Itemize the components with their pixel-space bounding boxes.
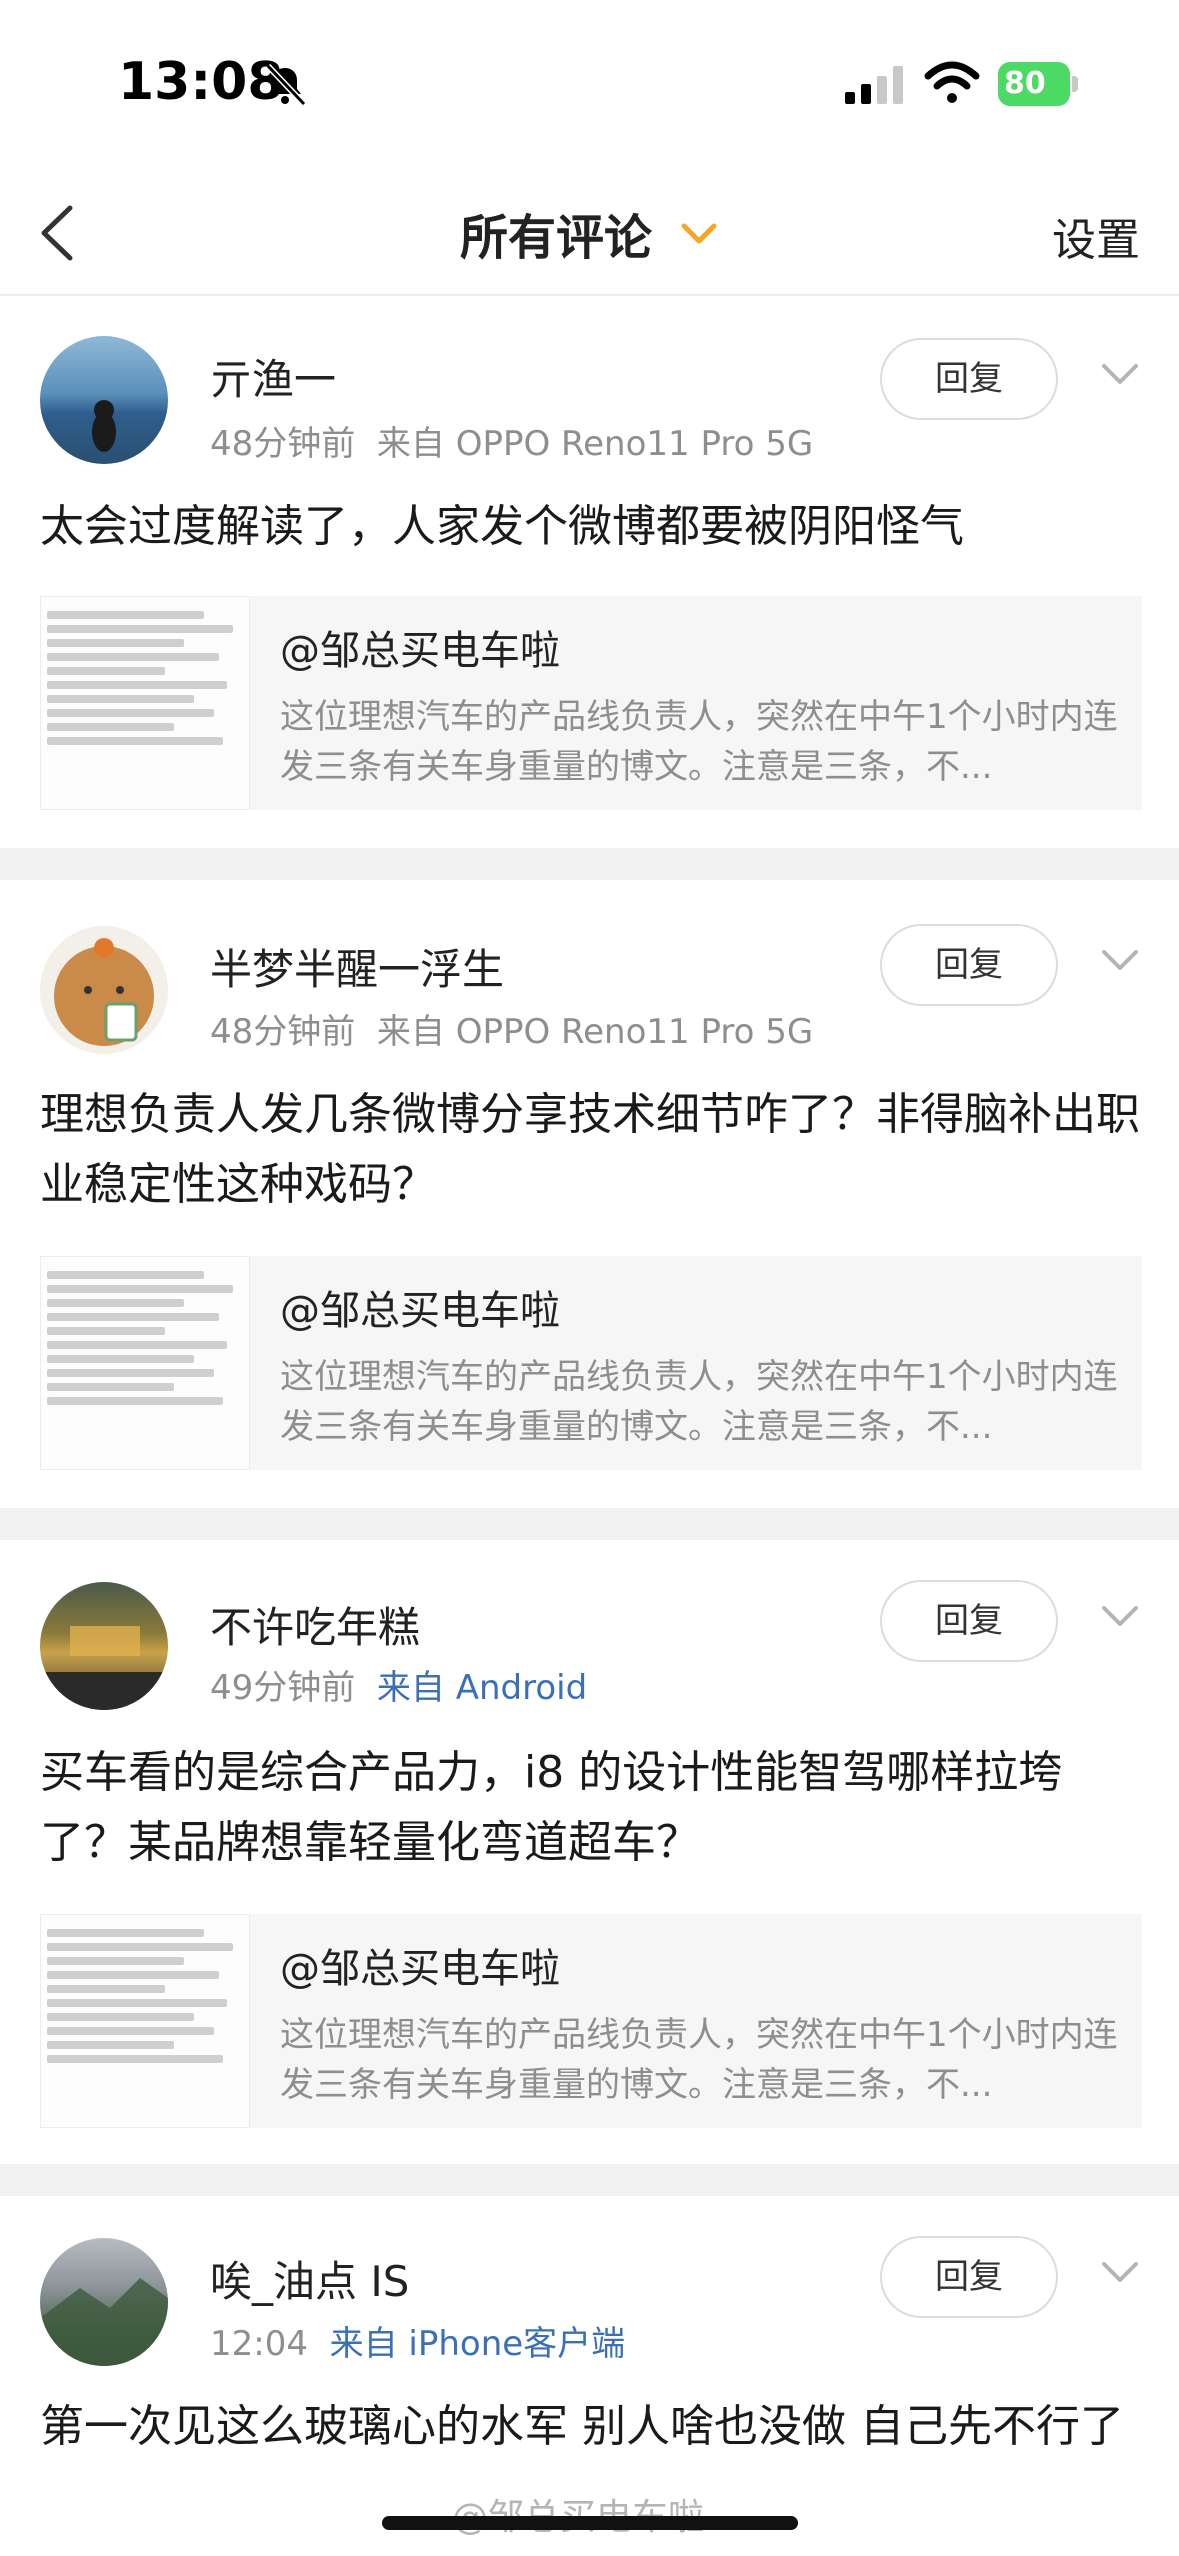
comment-source[interactable]: 来自 Android — [377, 1668, 587, 1708]
avatar[interactable] — [40, 2238, 168, 2366]
comment-text: 买车看的是综合产品力，i8 的设计性能智驾哪样拉垮了？某品牌想靠轻量化弯道超车？ — [40, 1747, 1063, 1868]
nav-bar: 所有评论 设置 — [0, 170, 1179, 296]
quote-thumbnail — [40, 1256, 250, 1470]
comment-source: 来自 OPPO Reno11 Pro 5G — [376, 424, 814, 464]
chevron-down-icon[interactable] — [676, 210, 722, 256]
comment-time: 48分钟前 — [210, 1012, 356, 1052]
quoted-post[interactable]: @邹总买电车啦 这位理想汽车的产品线负责人，突然在中午1个小时内连发三条有关车身… — [40, 1256, 1142, 1470]
battery-indicator: 80 — [998, 62, 1078, 106]
status-bar: 13:08 80 — [0, 0, 1179, 170]
chevron-down-icon[interactable] — [1098, 946, 1142, 976]
home-indicator[interactable] — [382, 2516, 798, 2530]
section-divider — [0, 848, 1179, 880]
comment-meta: 49分钟前 来自 Android — [210, 1660, 587, 1709]
settings-button[interactable]: 设置 — [1052, 204, 1140, 268]
comment-item: 半梦半醒一浮生 48分钟前 来自 OPPO Reno11 Pro 5G 回复 理… — [0, 880, 1179, 1500]
quote-thumbnail — [40, 596, 250, 810]
comment-time: 48分钟前 — [210, 424, 356, 464]
username[interactable]: 唉_油点 IS — [210, 2248, 409, 2309]
cellular-signal-icon — [845, 66, 903, 104]
comment-source: 来自 OPPO Reno11 Pro 5G — [376, 1012, 814, 1052]
reply-button[interactable]: 回复 — [880, 338, 1058, 420]
chevron-down-icon[interactable] — [1098, 2258, 1142, 2288]
quote-author: @邹总买电车啦 — [280, 1288, 560, 1334]
comment-time: 49分钟前 — [210, 1668, 356, 1708]
watermark: @邹总买电车啦 — [452, 2488, 704, 2540]
quote-snippet: 这位理想汽车的产品线负责人，突然在中午1个小时内连发三条有关车身重量的博文。注意… — [280, 2015, 1118, 2105]
quote-snippet: 这位理想汽车的产品线负责人，突然在中午1个小时内连发三条有关车身重量的博文。注意… — [280, 1357, 1118, 1447]
comment-time: 12:04 — [210, 2324, 308, 2364]
quote-snippet: 这位理想汽车的产品线负责人，突然在中午1个小时内连发三条有关车身重量的博文。注意… — [280, 697, 1118, 787]
avatar[interactable] — [40, 1582, 168, 1710]
comment-source[interactable]: 来自 iPhone客户端 — [330, 2324, 626, 2364]
username[interactable]: 亓渔一 — [210, 346, 336, 407]
comment-meta: 12:04 来自 iPhone客户端 — [210, 2316, 625, 2365]
username[interactable]: 半梦半醒一浮生 — [210, 936, 504, 997]
quote-thumbnail — [40, 1914, 250, 2128]
chevron-down-icon[interactable] — [1098, 360, 1142, 390]
avatar[interactable] — [40, 336, 168, 464]
section-divider — [0, 1508, 1179, 1540]
quoted-post[interactable]: @邹总买电车啦 这位理想汽车的产品线负责人，突然在中午1个小时内连发三条有关车身… — [40, 1914, 1142, 2128]
chevron-down-icon[interactable] — [1098, 1602, 1142, 1632]
comment-item: 亓渔一 48分钟前 来自 OPPO Reno11 Pro 5G 回复 太会过度解… — [0, 298, 1179, 848]
comment-meta: 48分钟前 来自 OPPO Reno11 Pro 5G — [210, 416, 813, 465]
bell-muted-icon — [265, 63, 307, 107]
reply-button[interactable]: 回复 — [880, 1580, 1058, 1662]
status-time: 13:08 — [118, 52, 284, 112]
comment-text: 太会过度解读了，人家发个微博都要被阴阳怪气 — [40, 501, 964, 552]
back-arrow-icon[interactable] — [30, 198, 90, 268]
username[interactable]: 不许吃年糕 — [210, 1594, 420, 1655]
quote-author: @邹总买电车啦 — [280, 628, 560, 674]
section-divider — [0, 2164, 1179, 2196]
comment-meta: 48分钟前 来自 OPPO Reno11 Pro 5G — [210, 1004, 813, 1053]
comment-item: 不许吃年糕 49分钟前 来自 Android 回复 买车看的是综合产品力，i8 … — [0, 1540, 1179, 2160]
quoted-post[interactable]: @邹总买电车啦 这位理想汽车的产品线负责人，突然在中午1个小时内连发三条有关车身… — [40, 596, 1142, 810]
comment-text: 第一次见这么玻璃心的水军 别人啥也没做 自己先不行了 — [40, 2401, 1124, 2452]
quote-author: @邹总买电车啦 — [280, 1946, 560, 1992]
comment-text: 理想负责人发几条微博分享技术细节咋了？非得脑补出职业稳定性这种戏码？ — [40, 1089, 1140, 1210]
avatar[interactable] — [40, 926, 168, 1054]
reply-button[interactable]: 回复 — [880, 2236, 1058, 2318]
battery-level: 80 — [998, 62, 1070, 106]
page-title[interactable]: 所有评论 — [460, 198, 652, 268]
battery-cap — [1072, 76, 1078, 92]
wifi-icon — [924, 61, 980, 103]
reply-button[interactable]: 回复 — [880, 924, 1058, 1006]
